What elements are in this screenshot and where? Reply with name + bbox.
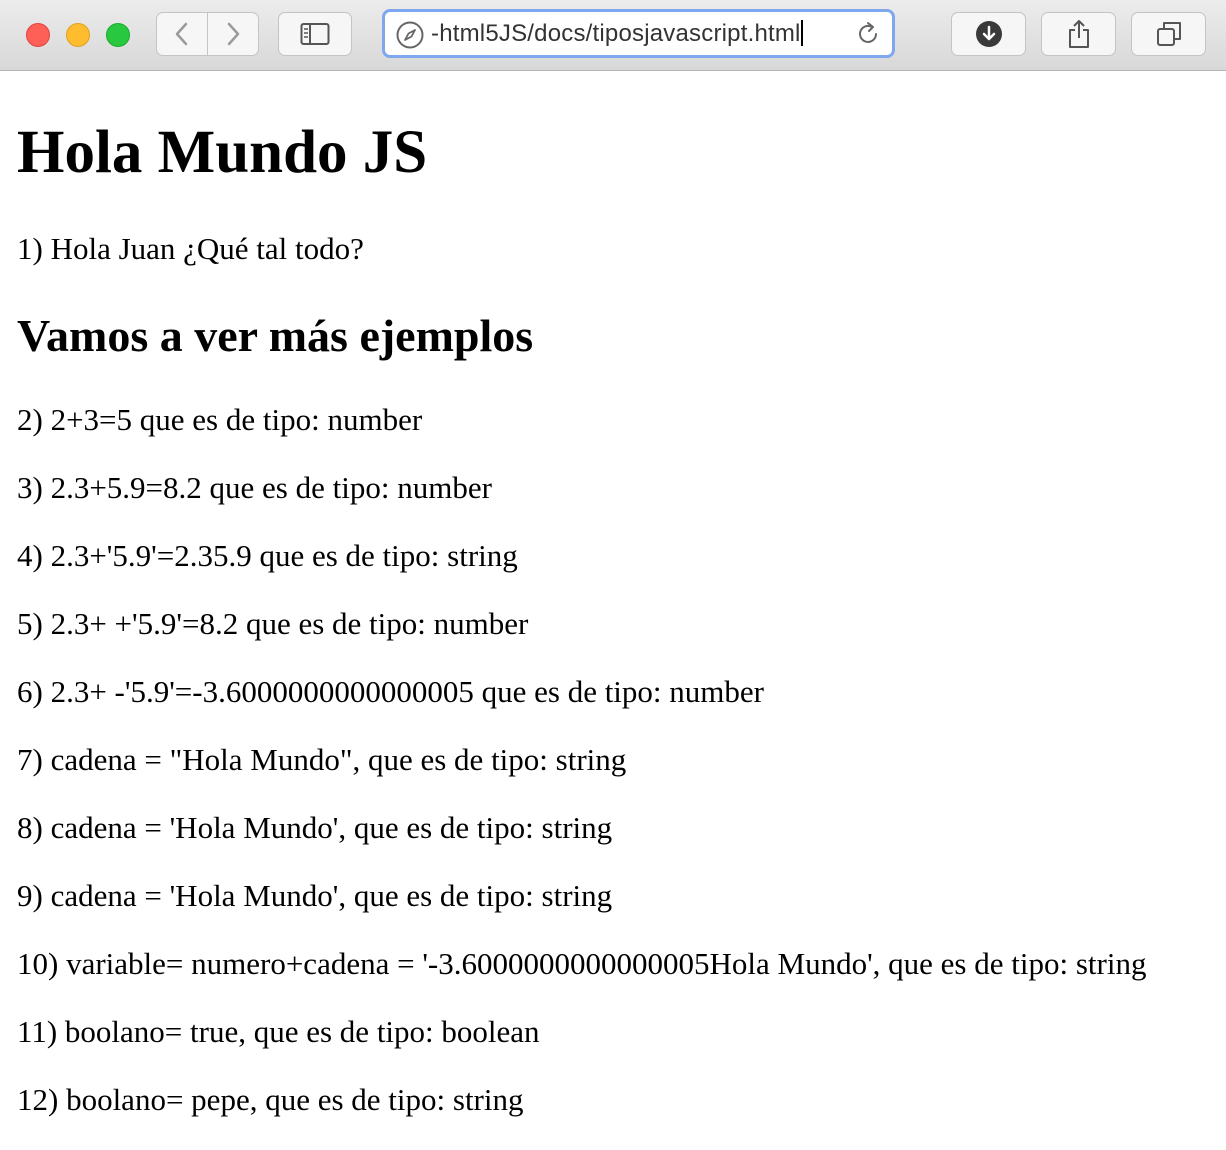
url-text: -html5JS/docs/tiposjavascript.html [431, 20, 801, 47]
result-line: 8) cadena = 'Hola Mundo', que es de tipo… [17, 810, 613, 845]
back-button[interactable] [157, 13, 207, 55]
results-list: 2) 2+3=5 que es de tipo: number 3) 2.3+5… [17, 402, 1146, 1150]
address-bar[interactable]: -html5JS/docs/tiposjavascript.html [382, 9, 895, 58]
history-nav-group [156, 12, 259, 56]
browser-toolbar: -html5JS/docs/tiposjavascript.html [0, 0, 1226, 71]
download-icon [975, 21, 1002, 47]
chevron-left-icon [175, 22, 188, 46]
result-line: 11) boolano= true, que es de tipo: boole… [17, 1014, 540, 1049]
section-heading: Vamos a ver más ejemplos [17, 310, 534, 361]
window-maximize-button[interactable] [106, 23, 130, 47]
result-line: 3) 2.3+5.9=8.2 que es de tipo: number [17, 470, 492, 505]
result-line: 12) boolano= pepe, que es de tipo: strin… [17, 1082, 524, 1117]
result-line: 2) 2+3=5 que es de tipo: number [17, 402, 423, 437]
window-close-button[interactable] [26, 23, 50, 47]
reload-icon[interactable] [855, 21, 881, 47]
sidebar-toggle-button[interactable] [278, 12, 352, 56]
text-cursor [800, 20, 803, 46]
page-title: Hola Mundo JS [17, 119, 428, 186]
sidebar-icon [300, 23, 330, 45]
intro-line: 1) Hola Juan ¿Qué tal todo? [17, 231, 364, 266]
url-field[interactable]: -html5JS/docs/tiposjavascript.html [431, 20, 803, 48]
tab-overview-button[interactable] [1131, 12, 1206, 56]
downloads-button[interactable] [951, 12, 1026, 56]
result-line: 4) 2.3+'5.9'=2.35.9 que es de tipo: stri… [17, 538, 518, 573]
result-line: 9) cadena = 'Hola Mundo', que es de tipo… [17, 878, 613, 913]
compass-icon [396, 21, 424, 49]
result-line: 5) 2.3+ +'5.9'=8.2 que es de tipo: numbe… [17, 606, 529, 641]
window-minimize-button[interactable] [66, 23, 90, 47]
forward-button[interactable] [208, 13, 258, 55]
share-icon [1068, 20, 1089, 48]
result-line: 10) variable= numero+cadena = '-3.600000… [17, 946, 1147, 981]
result-line: 7) cadena = "Hola Mundo", que es de tipo… [17, 742, 627, 777]
share-button[interactable] [1041, 12, 1116, 56]
chevron-right-icon [227, 22, 240, 46]
result-line: 6) 2.3+ -'5.9'=-3.6000000000000005 que e… [17, 674, 764, 709]
tabs-icon [1156, 22, 1181, 46]
